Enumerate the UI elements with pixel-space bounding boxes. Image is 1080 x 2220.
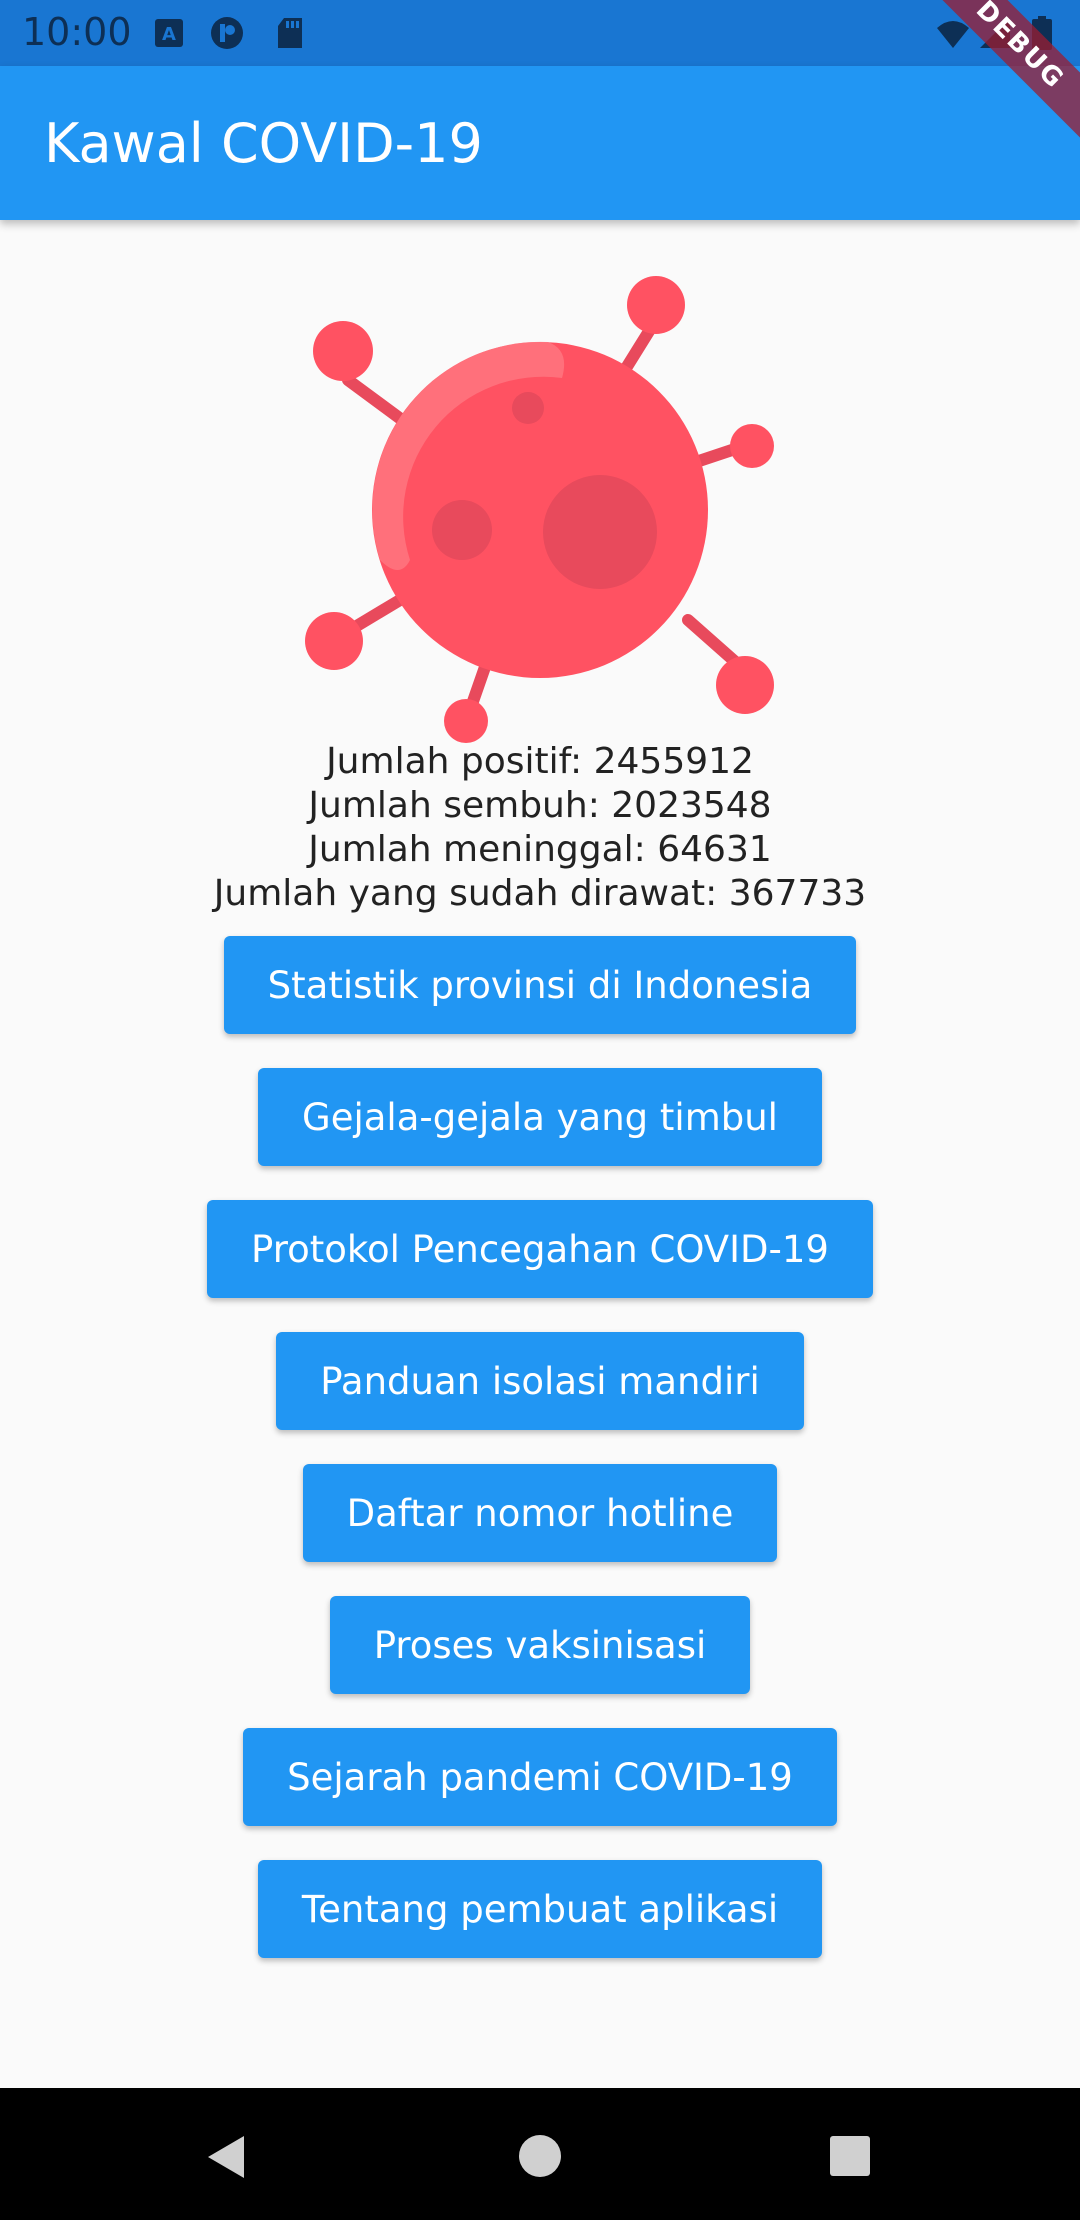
status-bar: 10:00 A <box>0 0 1080 66</box>
sd-card-icon <box>278 18 302 48</box>
menu-list: Statistik provinsi di Indonesia Gejala-g… <box>0 936 1080 1992</box>
stat-recovered: Jumlah sembuh: 2023548 <box>308 785 772 826</box>
stats-block: Jumlah positif: 2455912 Jumlah sembuh: 2… <box>0 740 1080 916</box>
stat-treated: Jumlah yang sudah dirawat: 367733 <box>213 873 867 914</box>
hotline-list-button[interactable]: Daftar nomor hotline <box>302 1464 778 1562</box>
navigation-bar <box>0 2088 1080 2220</box>
symptoms-button[interactable]: Gejala-gejala yang timbul <box>258 1068 822 1166</box>
prevention-protocol-button[interactable]: Protokol Pencegahan COVID-19 <box>207 1200 873 1298</box>
back-icon[interactable] <box>204 2134 250 2180</box>
about-developer-button[interactable]: Tentang pembuat aplikasi <box>257 1860 823 1958</box>
pandemic-history-button[interactable]: Sejarah pandemi COVID-19 <box>243 1728 837 1826</box>
status-time: 10:00 <box>22 10 132 54</box>
home-icon[interactable] <box>518 2134 562 2178</box>
vaccination-process-button[interactable]: Proses vaksinisasi <box>329 1596 751 1694</box>
svg-text:A: A <box>162 24 176 45</box>
app-title: Kawal COVID-19 <box>44 112 483 175</box>
stat-deaths: Jumlah meninggal: 64631 <box>308 829 772 870</box>
keyboard-a-icon: A <box>155 19 183 47</box>
recents-icon[interactable] <box>828 2134 872 2178</box>
virus-icon <box>305 276 774 743</box>
province-statistics-button[interactable]: Statistik provinsi di Indonesia <box>223 936 857 1034</box>
app-p-icon <box>211 17 243 49</box>
self-isolation-guide-button[interactable]: Panduan isolasi mandiri <box>276 1332 804 1430</box>
stat-positive: Jumlah positif: 2455912 <box>326 741 754 782</box>
app-bar: Kawal COVID-19 <box>0 66 1080 220</box>
